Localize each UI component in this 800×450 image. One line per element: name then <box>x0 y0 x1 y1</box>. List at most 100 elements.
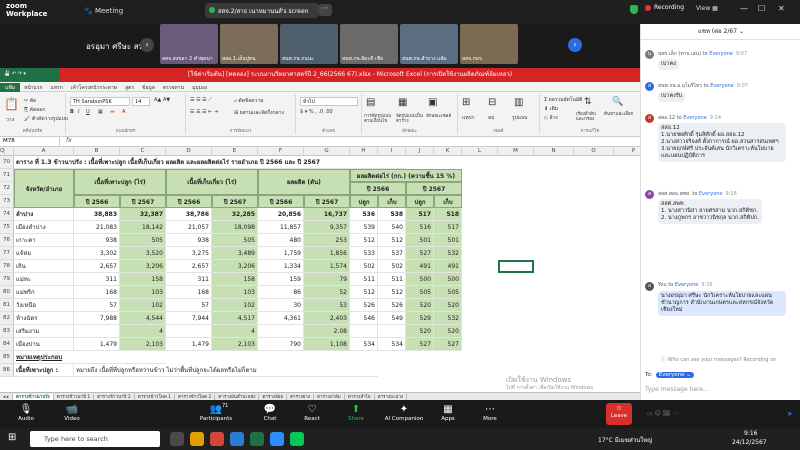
data-cell[interactable]: 7,944 <box>166 312 212 325</box>
shield-icon[interactable] <box>630 5 638 14</box>
row-header[interactable]: 77 <box>0 247 14 260</box>
taskbar-search[interactable]: Type here to search <box>30 431 160 447</box>
data-cell[interactable]: 534 <box>350 338 378 351</box>
data-cell[interactable]: 511 <box>378 273 406 286</box>
chat-format-icons[interactable]: ▭ ☺ 🖼 ⋯ <box>647 410 678 417</box>
data-cell[interactable]: 505 <box>212 234 258 247</box>
data-cell[interactable]: 1,759 <box>258 247 304 260</box>
data-cell[interactable]: 18,142 <box>120 221 166 234</box>
data-cell[interactable]: 311 <box>74 273 120 286</box>
tab-view[interactable]: มุมมอง <box>192 84 207 92</box>
task-view-icon[interactable] <box>170 432 184 446</box>
header-yield[interactable]: ผลผลิตต่อไร่ (กก.) (ความชื้น 15 %) <box>350 169 462 182</box>
data-cell[interactable]: 86 <box>258 286 304 299</box>
header-planted[interactable]: เนื้อที่เพาะปลูก (ไร่) <box>74 169 166 195</box>
data-cell[interactable]: 1,108 <box>304 338 350 351</box>
merge-center-button[interactable]: ⊞ ผสานและจัดกึ่งกลาง <box>234 109 284 117</box>
data-cell[interactable]: 3,520 <box>120 247 166 260</box>
align-left-icons[interactable]: ☰ ☰ ☰ ⇤ ⇥ <box>190 109 218 115</box>
number-format-select[interactable]: ทั่วไป <box>300 97 358 106</box>
participant-thumbnail[interactable]: สนพ.กษ.อิดะดี เชีย <box>340 24 398 64</box>
weather-text[interactable]: 17°C มีเมฆส่วนใหญ่ <box>598 435 652 445</box>
spreadsheet-grid[interactable]: ABCDEFGHIJKLMNOPQ 70 71 72 73 74 75 76 77 78 79 80… <box>0 147 640 392</box>
tab-review[interactable]: ตรวจทาน <box>163 84 184 92</box>
data-cell[interactable]: 505 <box>434 286 462 299</box>
data-cell[interactable]: 502 <box>350 260 378 273</box>
view-options-button[interactable]: ⋯ <box>318 4 332 16</box>
table-title[interactable]: ตาราง ที่ 1.3 ข้าวนาปรัง : เนื้อที่เพาะป… <box>14 156 406 169</box>
data-cell[interactable]: 532 <box>434 312 462 325</box>
audio-button[interactable]: 🎙 Audio <box>6 403 46 422</box>
column-header[interactable]: F <box>258 147 304 156</box>
header-production[interactable]: ผลผลิต (ตัน) <box>258 169 350 195</box>
send-icon[interactable]: ➤ <box>787 410 793 418</box>
data-cell[interactable]: 546 <box>350 312 378 325</box>
data-cell[interactable]: 57 <box>74 299 120 312</box>
row-header[interactable]: 83 <box>0 325 14 338</box>
react-button[interactable]: ♡ React <box>292 403 332 422</box>
zoom-taskbar-icon[interactable] <box>270 432 284 446</box>
data-cell[interactable] <box>74 325 120 338</box>
data-cell[interactable]: 158 <box>120 273 166 286</box>
participants-button[interactable]: 👥 Participants 71 <box>196 403 236 422</box>
data-cell[interactable]: 16,737 <box>304 208 350 221</box>
autosum-button[interactable]: Σ ผลรวมอัตโนมัติ <box>544 96 582 104</box>
data-cell[interactable]: 533 <box>350 247 378 260</box>
header-year[interactable]: ปี 2567 <box>120 195 166 208</box>
font-name-select[interactable]: TH SarabunPSK <box>70 97 130 106</box>
data-cell[interactable]: 57 <box>166 299 212 312</box>
windows-start-icon[interactable]: ⊞ <box>8 432 16 443</box>
header-year[interactable]: ปี 2567 <box>406 182 462 195</box>
data-cell[interactable] <box>166 325 212 338</box>
format-cells-icon[interactable]: ▥ <box>514 97 523 108</box>
header-year[interactable]: ปี 2566 <box>74 195 120 208</box>
data-cell[interactable]: 527 <box>434 338 462 351</box>
data-cell[interactable]: 517 <box>406 208 434 221</box>
conditional-format-icon[interactable]: ▤ <box>366 97 375 108</box>
data-cell[interactable]: 539 <box>350 221 378 234</box>
data-cell[interactable]: 53 <box>304 299 350 312</box>
meeting-label[interactable]: 🐾 Meeting <box>84 7 123 15</box>
file-explorer-icon[interactable] <box>190 432 204 446</box>
column-header[interactable]: O <box>574 147 614 156</box>
data-cell[interactable]: 18,098 <box>212 221 258 234</box>
district-name[interactable]: แม่ทะ <box>14 273 74 286</box>
header-year[interactable]: ปี 2567 <box>304 195 350 208</box>
note-text[interactable]: หมายถึง เนื้อที่ที่ปลูกหรือหว่านข้าว ไม่… <box>74 364 378 377</box>
border-icon[interactable]: ▦ <box>98 109 103 115</box>
strip-next-icon[interactable]: › <box>568 38 582 52</box>
data-cell[interactable]: 501 <box>434 234 462 247</box>
chat-input[interactable]: Type message here... <box>645 386 709 393</box>
conditional-format-button[interactable]: การจัดรูปแบบตามเงื่อนไข <box>364 114 396 124</box>
data-cell[interactable]: 3,302 <box>74 247 120 260</box>
data-cell[interactable]: 311 <box>166 273 212 286</box>
insert-cells-icon[interactable]: ⊞ <box>462 97 470 108</box>
data-cell[interactable]: 520 <box>434 299 462 312</box>
data-cell[interactable]: 7,988 <box>74 312 120 325</box>
row-header[interactable]: 74 <box>0 208 14 221</box>
data-cell[interactable]: 534 <box>378 338 406 351</box>
column-header[interactable]: P <box>614 147 640 156</box>
italic-icon[interactable]: I <box>78 109 79 115</box>
share-button[interactable]: ⬆ Share <box>336 403 376 422</box>
data-cell[interactable]: 2,403 <box>304 312 350 325</box>
data-cell[interactable]: 38,786 <box>166 208 212 221</box>
row-header[interactable]: 79 <box>0 273 14 286</box>
data-cell[interactable]: 537 <box>378 247 406 260</box>
data-cell[interactable]: 527 <box>406 247 434 260</box>
viewing-screen-indicator[interactable]: สสจ.2/สาธ เนาหมานนส์'s screen <box>205 3 319 18</box>
data-cell[interactable]: 1,574 <box>304 260 350 273</box>
delete-cells-icon[interactable]: ⊟ <box>488 97 496 108</box>
data-cell[interactable]: 9,357 <box>304 221 350 234</box>
data-cell[interactable]: 4 <box>212 325 258 338</box>
data-cell[interactable]: 3,206 <box>120 260 166 273</box>
row-header[interactable]: 81 <box>0 299 14 312</box>
data-cell[interactable]: 253 <box>304 234 350 247</box>
data-cell[interactable]: 168 <box>74 286 120 299</box>
close-icon[interactable]: ✕ <box>778 4 785 13</box>
data-cell[interactable]: 512 <box>350 234 378 247</box>
font-size-select[interactable]: 14 <box>132 97 150 106</box>
maximize-icon[interactable]: ☐ <box>758 4 765 13</box>
data-cell[interactable]: 20,856 <box>258 208 304 221</box>
column-header[interactable]: D <box>166 147 212 156</box>
